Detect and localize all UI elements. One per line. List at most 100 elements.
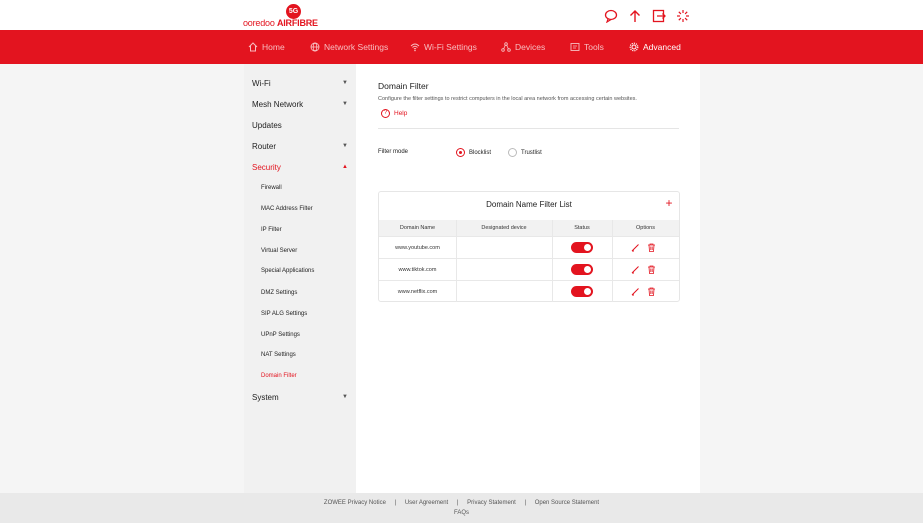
sidebar-sub-firewall[interactable]: Firewall <box>261 180 282 196</box>
footer: ZOWEE Privacy Notice | User Agreement | … <box>0 493 923 523</box>
help-link[interactable]: ? Help <box>381 109 407 118</box>
sidebar-sub-upnp-settings[interactable]: UPnP Settings <box>261 327 300 343</box>
logout-icon[interactable] <box>652 9 666 23</box>
status-toggle[interactable] <box>571 242 593 253</box>
sidebar-item-label: Updates <box>252 120 282 130</box>
sidebar-item-wifi[interactable]: Wi-Fi ▼ <box>252 73 352 93</box>
status-toggle[interactable] <box>571 286 593 297</box>
domain-name-cell: www.netflix.com <box>397 289 438 295</box>
logo-product: AIRFIBRE <box>276 18 318 28</box>
nav-tools[interactable]: Tools <box>570 30 604 64</box>
devices-icon <box>501 42 511 52</box>
tools-icon <box>570 43 580 51</box>
sidebar-item-label: Wi-Fi <box>252 78 271 88</box>
footer-links: ZOWEE Privacy Notice | User Agreement | … <box>0 500 923 506</box>
logo-5g-badge: 5G <box>286 4 301 19</box>
radio-label: Trustlist <box>521 149 542 156</box>
nav-label: Advanced <box>643 42 681 52</box>
edit-icon[interactable] <box>631 243 640 252</box>
nav-label: Devices <box>515 42 546 52</box>
footer-link-zowee-privacy-notice[interactable]: ZOWEE Privacy Notice <box>324 500 386 506</box>
sidebar-item-label: Router <box>252 141 277 151</box>
delete-icon[interactable] <box>647 243 656 252</box>
sidebar-item-security[interactable]: Security ▲ <box>252 157 352 177</box>
radio-label: Blocklist <box>469 149 492 156</box>
designated-device-cell <box>456 259 552 281</box>
home-icon <box>248 42 258 52</box>
header-actions <box>604 9 690 23</box>
chevron-down-icon: ▼ <box>342 80 348 86</box>
main-nav: Home Network Settings Wi-Fi Settings Dev… <box>0 30 923 64</box>
top-header: 5G ooredoo AIRFIBRE <box>0 0 923 30</box>
chat-icon[interactable] <box>604 9 618 23</box>
nav-network-settings[interactable]: Network Settings <box>310 30 388 64</box>
delete-icon[interactable] <box>647 287 656 296</box>
footer-separator: | <box>456 500 459 506</box>
loading-icon <box>677 10 689 22</box>
nav-home[interactable]: Home <box>248 30 285 64</box>
nav-wifi-settings[interactable]: Wi-Fi Settings <box>410 30 477 64</box>
sidebar-item-router[interactable]: Router ▼ <box>252 136 352 156</box>
edit-icon[interactable] <box>631 287 640 296</box>
domain-name-cell: www.tiktok.com <box>398 267 437 273</box>
sidebar-item-updates[interactable]: Updates <box>252 115 352 135</box>
footer-link-user-agreement[interactable]: User Agreement <box>405 500 448 506</box>
delete-icon[interactable] <box>647 265 656 274</box>
gear-icon <box>629 42 639 52</box>
nav-label: Wi-Fi Settings <box>424 42 477 52</box>
sidebar-sub-sip-alg-settings[interactable]: SIP ALG Settings <box>261 306 307 322</box>
chevron-down-icon: ▼ <box>342 394 348 400</box>
help-icon: ? <box>381 109 390 118</box>
radio-trustlist[interactable]: Trustlist <box>508 148 542 157</box>
nav-label: Network Settings <box>324 42 389 52</box>
sidebar-item-system[interactable]: System ▼ <box>252 387 352 407</box>
wifi-icon <box>410 43 420 52</box>
table-row: www.netflix.com <box>379 280 679 302</box>
table-row: www.tiktok.com <box>379 258 679 280</box>
sidebar-sub-domain-filter[interactable]: Domain Filter <box>261 368 297 384</box>
column-header-options: Options <box>636 225 655 231</box>
column-header-designated-device: Designated device <box>481 225 527 231</box>
footer-separator: | <box>524 500 527 506</box>
nav-devices[interactable]: Devices <box>501 30 545 64</box>
filter-mode-label: Filter mode <box>378 149 409 155</box>
nav-label: Home <box>262 42 285 52</box>
sidebar-sub-dmz-settings[interactable]: DMZ Settings <box>261 285 297 301</box>
edit-icon[interactable] <box>631 265 640 274</box>
logo-name: ooredoo <box>243 18 275 28</box>
designated-device-cell <box>456 281 552 303</box>
brand-logo[interactable]: 5G ooredoo AIRFIBRE <box>243 4 318 28</box>
domain-name-cell: www.youtube.com <box>395 245 440 251</box>
chevron-down-icon: ▼ <box>342 143 348 149</box>
sidebar-sub-ip-filter[interactable]: IP Filter <box>261 222 282 238</box>
designated-device-cell <box>456 237 552 259</box>
radio-blocklist[interactable]: Blocklist <box>456 148 491 157</box>
footer-link-privacy-statement[interactable]: Privacy Statement <box>467 500 516 506</box>
nav-advanced[interactable]: Advanced <box>629 30 681 64</box>
sidebar-sub-special-applications[interactable]: Special Applications <box>261 263 314 279</box>
column-header-status: Status <box>574 225 590 231</box>
globe-icon <box>310 42 320 52</box>
sidebar-sub-virtual-server[interactable]: Virtual Server <box>261 243 297 259</box>
table-title: Domain Name Filter List <box>486 200 572 209</box>
table-header: Domain Name Designated device Status Opt… <box>379 220 679 236</box>
column-header-domain-name: Domain Name <box>399 225 436 231</box>
sidebar-item-label: Mesh Network <box>252 99 304 109</box>
sidebar-item-mesh-network[interactable]: Mesh Network ▼ <box>252 94 352 114</box>
upload-icon[interactable] <box>628 9 642 23</box>
add-domain-button[interactable]: + <box>664 197 674 209</box>
radio-unchecked-icon <box>508 148 517 157</box>
sidebar-sub-nat-settings[interactable]: NAT Settings <box>261 347 296 363</box>
chevron-down-icon: ▼ <box>342 101 348 107</box>
chevron-up-icon: ▲ <box>342 164 348 170</box>
nav-label: Tools <box>584 42 604 52</box>
sidebar-sub-mac-address-filter[interactable]: MAC Address Filter <box>261 201 313 217</box>
page-title: Domain Filter <box>378 81 429 91</box>
page-description: Configure the filter settings to restric… <box>378 96 637 102</box>
radio-checked-icon <box>456 148 465 157</box>
domain-filter-table: Domain Name Filter List + Domain Name De… <box>378 191 680 302</box>
help-label: Help <box>394 110 408 117</box>
footer-link-faqs[interactable]: FAQs <box>0 510 923 516</box>
status-toggle[interactable] <box>571 264 593 275</box>
footer-link-open-source-statement[interactable]: Open Source Statement <box>535 500 599 506</box>
